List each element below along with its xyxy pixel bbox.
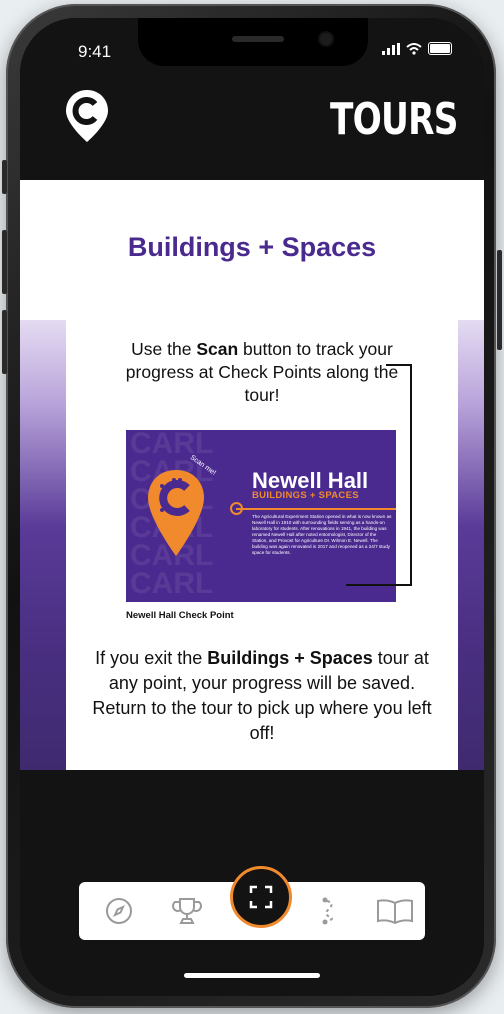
battery-icon [428, 42, 452, 55]
connector-line [410, 364, 412, 586]
trophy-icon[interactable] [171, 896, 203, 926]
checkpoint-description: The Agricultural Experiment Station open… [252, 514, 392, 555]
app-logo-icon[interactable] [64, 88, 110, 149]
progress-saved-text: If you exit the Buildings + Spaces tour … [92, 648, 432, 743]
front-camera [320, 33, 332, 45]
tour-intro-content: Buildings + Spaces Use the Scan button t… [20, 180, 484, 770]
mute-switch [2, 160, 7, 194]
status-icons [382, 42, 452, 55]
home-indicator[interactable] [184, 973, 320, 978]
scan-button[interactable] [230, 866, 292, 928]
page-heading: TOURS [330, 94, 458, 145]
scan-icon [249, 885, 273, 909]
checkpoint-preview-image: CARL CARL CARL CARL CARL CARL Scan me! N… [126, 430, 396, 602]
tour-title: Buildings + Spaces [127, 232, 377, 262]
signal-icon [382, 42, 400, 55]
scan-pin-icon [148, 470, 204, 556]
checkpoint-category: BUILDINGS + SPACES [252, 490, 359, 501]
book-icon[interactable] [375, 896, 415, 926]
instruction-card: Use the Scan button to track your progre… [66, 298, 458, 770]
callout-line [236, 508, 396, 510]
notch [138, 18, 368, 66]
status-time: 9:41 [78, 42, 112, 61]
route-icon[interactable] [313, 896, 345, 926]
connector-line [346, 584, 412, 586]
power-button [497, 250, 502, 350]
compass-icon[interactable] [103, 896, 135, 926]
speaker [232, 36, 284, 42]
screen: 9:41 TOURS Buildings + Spaces Use the Sc… [20, 18, 484, 996]
scan-instruction-text: Use the Scan button to track your progre… [125, 339, 399, 405]
wifi-icon [406, 42, 422, 55]
preview-caption: Newell Hall Check Point [126, 610, 234, 621]
volume-down-button [2, 310, 7, 374]
volume-up-button [2, 230, 7, 294]
connector-line [386, 364, 410, 366]
